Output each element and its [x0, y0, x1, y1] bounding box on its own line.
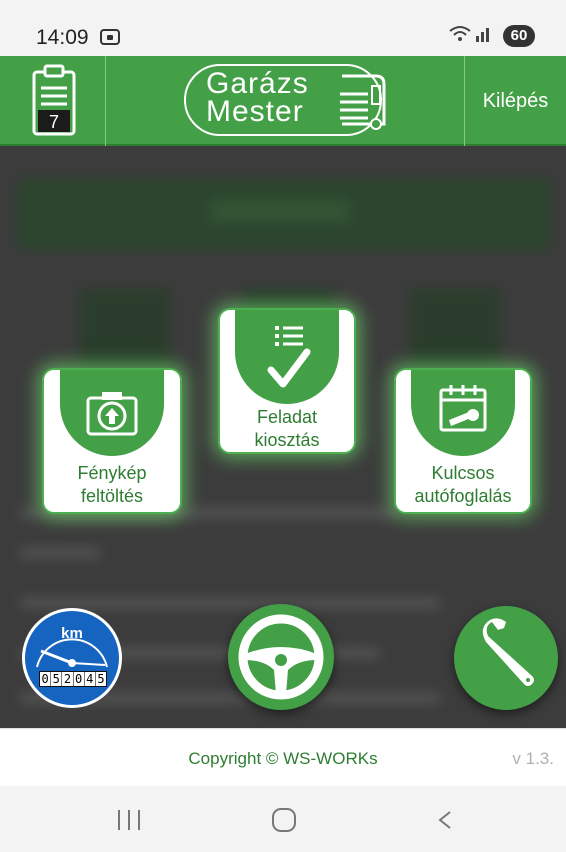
photo-upload-label-line2: feltöltés [80, 486, 144, 506]
calendar-icon: 7 [32, 64, 76, 136]
logo-text: Garázs Mester [206, 67, 309, 128]
odometer-button[interactable]: km 0 5 2 0 4 5 [22, 608, 122, 708]
status-bar: 14:09 60 [0, 0, 566, 56]
steering-wheel-icon [238, 614, 324, 700]
logo-line-2: Mester [206, 95, 304, 128]
photo-upload-badge [60, 370, 164, 456]
steering-wheel-button[interactable] [228, 604, 334, 710]
task-assign-label-line2: kiosztás [254, 430, 320, 450]
odometer-digit: 0 [40, 672, 52, 686]
recents-icon[interactable] [118, 810, 140, 830]
odometer-digit: 4 [85, 672, 96, 686]
calendar-key-icon [439, 385, 487, 432]
service-button[interactable] [454, 606, 558, 710]
photo-upload-label: Fénykép feltöltés [44, 462, 180, 508]
app-header: 7 Garázs Mester Kilépés [0, 56, 566, 146]
task-assign-button[interactable]: Feladat kiosztás [218, 308, 356, 454]
back-icon[interactable] [436, 810, 454, 830]
screenshot-icon [100, 29, 120, 45]
app-logo: Garázs Mester [184, 64, 390, 136]
logout-button[interactable]: Kilépés [464, 56, 566, 146]
calendar-day: 7 [49, 112, 59, 132]
odometer-readout: 0 5 2 0 4 5 [39, 671, 107, 687]
task-assign-label: Feladat kiosztás [220, 406, 354, 452]
wrench-icon [482, 618, 534, 686]
home-icon[interactable] [272, 808, 296, 832]
system-nav-bar [0, 786, 566, 852]
version-text: v 1.3. [512, 749, 554, 768]
logo-line-1: Garázs [206, 67, 309, 100]
calendar-button[interactable]: 7 [0, 56, 106, 146]
checklist-icon [267, 326, 311, 388]
km-label: km [61, 625, 83, 642]
photo-upload-label-line1: Fénykép [77, 463, 147, 483]
odometer-digit: 2 [62, 672, 74, 686]
key-booking-button[interactable]: Kulcsos autófoglalás [394, 368, 532, 514]
status-time: 14:09 [36, 26, 89, 49]
truck-icon [340, 74, 386, 130]
copyright-text: Copyright © WS-WORKs [188, 749, 378, 768]
odometer-digit: 5 [97, 672, 105, 686]
wifi-signal-icon [448, 24, 492, 49]
photo-upload-button[interactable]: Fénykép feltöltés [42, 368, 182, 514]
odometer-digit: 5 [51, 672, 63, 686]
main-area: Fénykép feltöltés Feladat kiosztás Kulcs… [0, 148, 566, 728]
key-booking-badge [411, 370, 515, 456]
camera-upload-icon [86, 392, 138, 436]
footer: Copyright © WS-WORKs v 1.3. [0, 728, 566, 786]
battery-icon: 60 [503, 25, 535, 47]
key-booking-label-line2: autófoglalás [414, 486, 512, 506]
key-booking-label-line1: Kulcsos [431, 463, 495, 483]
key-booking-label: Kulcsos autófoglalás [396, 462, 530, 508]
task-assign-label-line1: Feladat [256, 407, 318, 427]
odometer-digit: 0 [74, 672, 85, 686]
task-assign-badge [235, 310, 339, 404]
